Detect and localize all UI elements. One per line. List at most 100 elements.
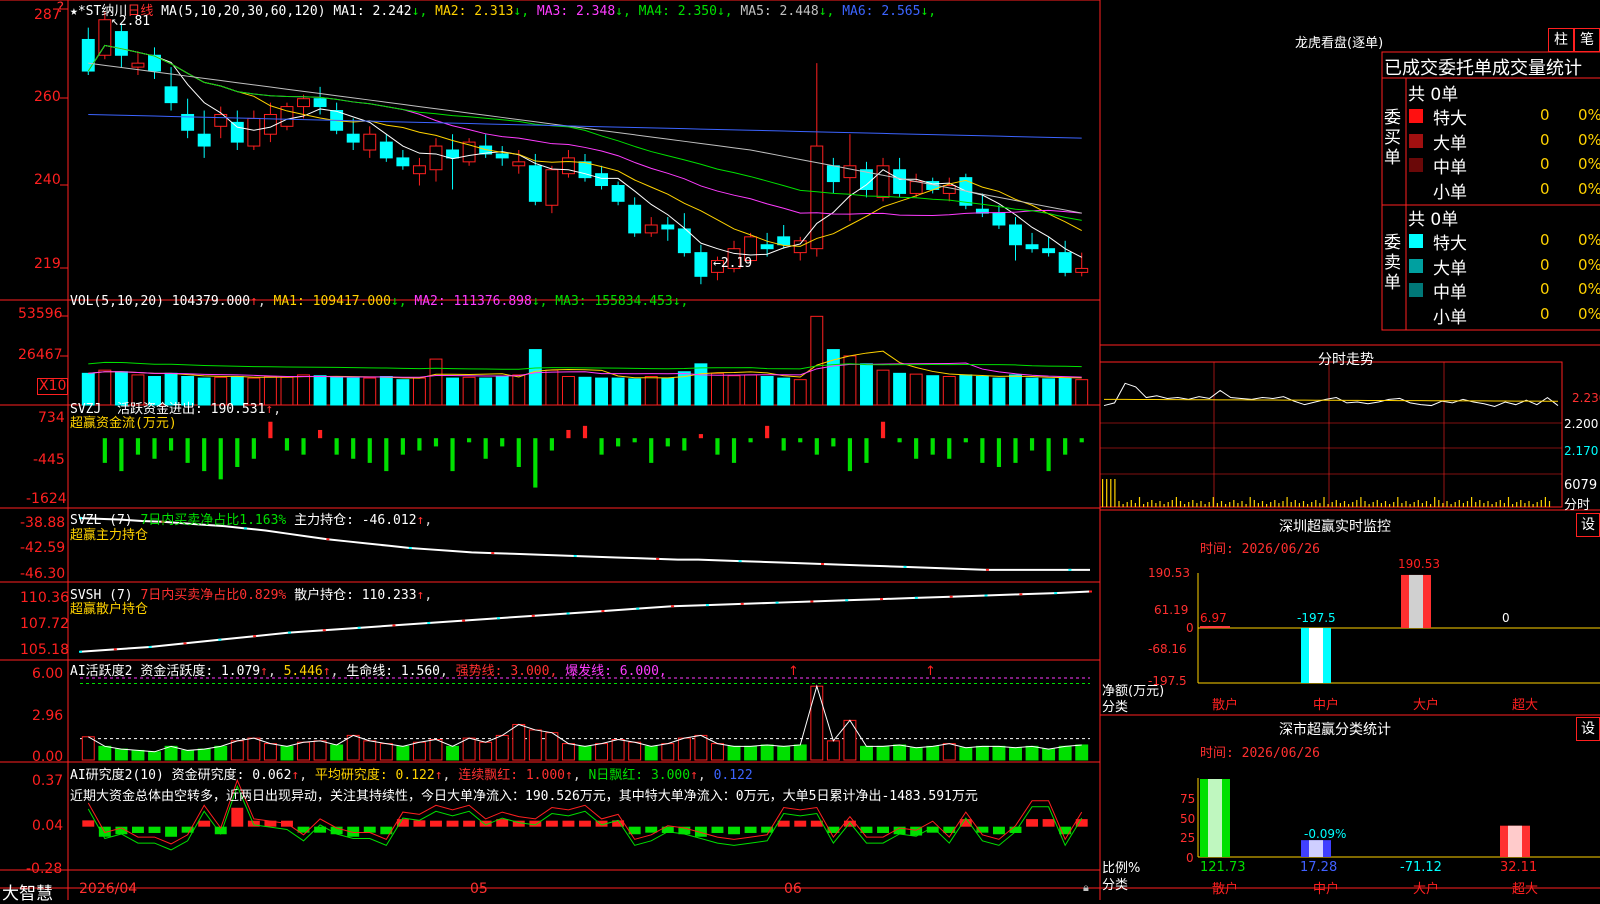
intraday-volume-bar bbox=[1368, 504, 1370, 507]
volume-bar bbox=[694, 363, 708, 406]
volume-bar bbox=[297, 374, 310, 406]
candle bbox=[512, 161, 526, 167]
intraday-volume-bar bbox=[1479, 500, 1481, 507]
intraday-volume-bar bbox=[1475, 502, 1477, 507]
order-type-label: 小单 bbox=[1433, 307, 1467, 328]
volume-bar bbox=[611, 377, 625, 406]
candle bbox=[628, 204, 642, 234]
volume-bar bbox=[280, 376, 294, 406]
volume-bar bbox=[495, 376, 509, 406]
vol-ma-value-3: MA3: 155834.453 bbox=[555, 294, 673, 309]
legend-swatch bbox=[1409, 307, 1423, 322]
volume-bar bbox=[777, 377, 791, 406]
order-type-label: 大单 bbox=[1433, 258, 1467, 279]
intraday-volume-bar bbox=[1147, 502, 1149, 507]
position-dot bbox=[1019, 593, 1023, 596]
vol-unit-badge[interactable]: X10 bbox=[37, 378, 69, 395]
flow-bar bbox=[781, 438, 786, 451]
intraday-volume-bar bbox=[1257, 503, 1259, 507]
y-axis-label: 219 bbox=[34, 256, 61, 272]
volume-bar bbox=[1058, 377, 1072, 406]
intraday-volume-bar bbox=[1138, 497, 1141, 507]
intraday-volume-bar bbox=[1524, 503, 1526, 507]
position-dot bbox=[601, 610, 605, 613]
monitor-settings-button[interactable]: 设 bbox=[1576, 513, 1600, 537]
candle bbox=[114, 31, 128, 56]
stats-bar bbox=[1309, 840, 1323, 857]
monitor-y: 0 bbox=[1186, 621, 1194, 635]
research-bar bbox=[545, 820, 558, 827]
research-bar bbox=[413, 820, 426, 827]
intraday-volume-bar bbox=[1270, 502, 1272, 507]
stats-settings-button[interactable]: 设 bbox=[1576, 717, 1600, 741]
intraday-volume-bar bbox=[1442, 503, 1444, 507]
volume-bar bbox=[959, 374, 973, 406]
position-dot bbox=[775, 601, 779, 604]
y-axis-label: 2.96 bbox=[32, 708, 64, 724]
activity-bar bbox=[727, 745, 741, 761]
order-percent: 0% bbox=[1578, 179, 1600, 198]
intraday-volume-bar bbox=[1376, 500, 1378, 507]
flow-bar bbox=[1046, 438, 1051, 472]
stars-label: ★ bbox=[70, 4, 78, 19]
tick-view-button[interactable]: 笔 bbox=[1574, 28, 1600, 52]
flow-bar bbox=[1079, 438, 1084, 443]
intraday-volume-bar bbox=[1499, 500, 1501, 507]
activity-bar bbox=[1075, 744, 1089, 761]
candle bbox=[297, 98, 310, 108]
volume-bar bbox=[644, 376, 658, 406]
stats-category-label: 中户 bbox=[1313, 881, 1339, 897]
volume-bar bbox=[512, 374, 526, 406]
activity-bar bbox=[826, 740, 840, 761]
volume-bar bbox=[429, 358, 443, 406]
research-bar bbox=[943, 826, 956, 833]
svsh-subtitle: 超赢散户持仓 bbox=[70, 602, 149, 617]
activity-bar bbox=[710, 743, 724, 761]
activity-bar bbox=[744, 745, 758, 761]
monitor-value-label: 6.97 bbox=[1200, 611, 1227, 625]
ma-arrow: ↓, bbox=[531, 294, 556, 309]
volume-bar bbox=[860, 363, 873, 406]
intraday-volume-bar bbox=[1528, 501, 1530, 507]
activity-bar bbox=[131, 749, 145, 761]
activity-bar bbox=[379, 743, 393, 761]
intraday-volume-bar bbox=[1212, 497, 1214, 507]
intraday-volume-bar bbox=[1434, 497, 1436, 507]
research-bar bbox=[82, 820, 95, 827]
intraday-volume-bar bbox=[1397, 497, 1399, 507]
volume-bar bbox=[1075, 379, 1089, 406]
y-axis-label: -1624 bbox=[26, 491, 67, 507]
intraday-volume-bar bbox=[1421, 503, 1423, 507]
position-dot bbox=[218, 638, 222, 641]
bar-view-button[interactable]: 柱 bbox=[1548, 28, 1574, 52]
ma-value-1: MA1: 2.242 bbox=[333, 4, 412, 19]
intraday-volume-bar bbox=[1536, 502, 1538, 507]
position-dot bbox=[914, 596, 918, 599]
intraday-volume-bar bbox=[1327, 504, 1329, 507]
lock-icon[interactable]: 🔒︎ bbox=[1083, 881, 1089, 895]
stats-value-label: 32.11 bbox=[1500, 860, 1537, 875]
intraday-y: 2.170 bbox=[1564, 444, 1599, 458]
flow-bar bbox=[284, 438, 290, 451]
monitor-time: 时间: 2026/06/26 bbox=[1200, 542, 1320, 557]
candle bbox=[595, 173, 609, 187]
ma-arrow: ↓, bbox=[672, 294, 689, 309]
order-count: 0 bbox=[1540, 155, 1550, 173]
activity-bar bbox=[992, 745, 1006, 761]
activity-bar bbox=[959, 747, 973, 761]
y-axis-label: 260 bbox=[34, 89, 61, 105]
candle bbox=[396, 157, 410, 167]
activity-bar bbox=[214, 745, 228, 761]
research-bar bbox=[446, 820, 459, 827]
activity-bar bbox=[644, 745, 658, 761]
flow-bar bbox=[748, 438, 753, 443]
volume-bar bbox=[992, 377, 1006, 406]
intraday-volume-bar bbox=[1446, 501, 1448, 507]
activity-bar bbox=[230, 740, 244, 761]
intraday-volume-bar bbox=[1241, 501, 1243, 507]
flow-bar bbox=[450, 438, 455, 472]
intraday-volume-bar bbox=[1544, 497, 1546, 507]
intraday-avg-line bbox=[1103, 398, 1559, 402]
position-dot bbox=[113, 648, 117, 651]
monitor-title: 深圳超赢实时监控 bbox=[1279, 519, 1391, 535]
